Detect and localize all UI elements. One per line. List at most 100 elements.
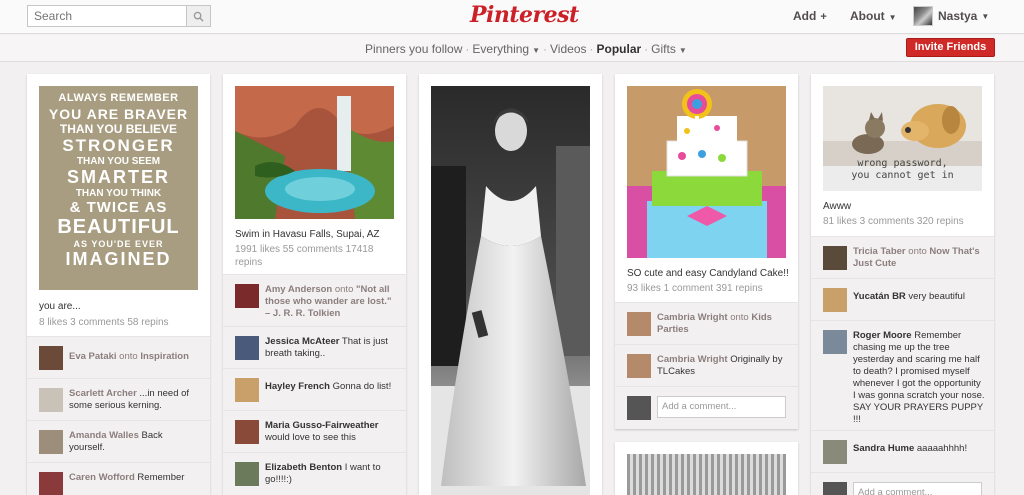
quote-line: THAN YOU THINK [75, 188, 162, 199]
pin-stats: 93 likes 1 comment 391 repins [627, 283, 763, 294]
pin-description: Awww [823, 201, 852, 212]
commenter-name[interactable]: Amanda Walles [69, 430, 139, 441]
quote-line: AS YOU'DE EVER [73, 239, 164, 249]
invite-friends-button[interactable]: Invite Friends [906, 38, 995, 57]
avatar[interactable] [235, 284, 259, 308]
pin-description: SO cute and easy Candyland Cake!! [627, 268, 789, 279]
user-name: Nastya [938, 9, 978, 23]
quote-line: & TWICE AS [69, 199, 168, 216]
image-caption-line: you cannot get in [851, 170, 954, 181]
comment-item: Yucatán BR very beautiful [811, 278, 994, 320]
avatar[interactable] [235, 378, 259, 402]
comment-item: Eva Pataki onto Inspiration [27, 336, 210, 378]
add-menu[interactable]: Add + [793, 9, 827, 23]
pinterest-logo[interactable]: Pinterest [470, 2, 579, 28]
nav-everything[interactable]: Everything [472, 42, 529, 56]
about-label: About [850, 9, 885, 23]
avatar[interactable] [823, 246, 847, 270]
top-header: Pinterest Add+ About▼ Nastya▼ [0, 0, 1024, 34]
commenter-name[interactable]: Jessica McAteer [265, 336, 339, 347]
commenter-name[interactable]: Caren Wofford [69, 472, 135, 483]
avatar[interactable] [627, 312, 651, 336]
pin-stats: 81 likes 3 comments 320 repins [823, 216, 964, 227]
pin-image-dress[interactable] [431, 86, 590, 495]
pin-image-waterfall[interactable] [235, 86, 394, 219]
commenter-name[interactable]: Cambria Wright [657, 312, 728, 323]
commenter-name[interactable]: Yucatán BR [853, 291, 906, 302]
search-box [27, 5, 211, 27]
avatar[interactable] [627, 354, 651, 378]
pin-image-cake[interactable] [627, 86, 786, 258]
avatar[interactable] [823, 330, 847, 354]
comment-box: Add a comment... [811, 472, 994, 495]
pin-card: Swim in Havasu Falls, Supai, AZ 1991 lik… [223, 74, 406, 495]
search-icon [193, 11, 204, 22]
avatar[interactable] [235, 462, 259, 486]
quote-line: STRONGER [62, 136, 175, 155]
comment-item: Cambria Wright onto Kids Parties [615, 302, 798, 344]
add-label: Add [793, 9, 817, 23]
avatar[interactable] [39, 388, 63, 412]
nav-popular[interactable]: Popular [597, 42, 642, 56]
commenter-name[interactable]: Eva Pataki [69, 351, 117, 362]
pin-image-quote[interactable]: ALWAYS REMEMBER YOU ARE BRAVER THAN YOU … [39, 86, 198, 290]
search-input[interactable] [28, 6, 188, 26]
pin-image-partial[interactable] [627, 454, 786, 495]
comment-text: Gonna do list! [329, 381, 392, 392]
commenter-name[interactable]: Maria Gusso-Fairweather [265, 420, 379, 431]
nav-pinners-you-follow[interactable]: Pinners you follow [365, 42, 462, 56]
user-menu[interactable]: Nastya ▼ [913, 6, 989, 26]
commenter-name[interactable]: Scarlett Archer [69, 388, 137, 399]
comment-item: Maria Gusso-Fairweather would love to se… [223, 410, 406, 452]
board-link[interactable]: Inspiration [140, 351, 189, 362]
comment-box: Add a comment... [615, 386, 798, 429]
pin-stats: 1991 likes 55 comments 17418 repins [235, 244, 374, 268]
chevron-down-icon: ▼ [532, 46, 541, 55]
avatar [913, 6, 933, 26]
quote-line: YOU ARE BRAVER [48, 106, 189, 122]
nav-videos[interactable]: Videos [550, 42, 586, 56]
avatar[interactable] [235, 336, 259, 360]
commenter-name[interactable]: Elizabeth Benton [265, 462, 342, 473]
quote-line: SMARTER [67, 167, 170, 187]
image-caption-line: wrong password, [857, 158, 948, 169]
pin-card: wrong password, you cannot get in Awww 8… [811, 74, 994, 495]
comment-item: Scarlett Archer ...in need of some serio… [27, 378, 210, 420]
commenter-name[interactable]: Sandra Hume [853, 443, 914, 454]
avatar[interactable] [823, 440, 847, 464]
chevron-down-icon: ▼ [888, 13, 897, 22]
avatar[interactable] [823, 288, 847, 312]
chevron-down-icon: ▼ [981, 11, 990, 21]
quote-line: THAN YOU BELIEVE [59, 122, 178, 136]
avatar[interactable] [39, 430, 63, 454]
nav-gifts[interactable]: Gifts [651, 42, 676, 56]
chevron-down-icon: ▼ [678, 46, 687, 55]
commenter-name[interactable]: Tricia Taber [853, 246, 906, 257]
add-comment-input[interactable]: Add a comment... [853, 482, 982, 495]
about-menu[interactable]: About ▼ [850, 9, 897, 23]
quote-line: ALWAYS REMEMBER [58, 92, 179, 104]
quote-line: THAN YOU SEEM [76, 156, 161, 167]
search-button[interactable] [186, 6, 210, 26]
pin-image-cat-dog[interactable]: wrong password, you cannot get in [823, 86, 982, 191]
commenter-name[interactable]: Roger Moore [853, 330, 912, 341]
comment-item: Jessica McAteer That is just breath taki… [223, 326, 406, 368]
avatar[interactable] [39, 472, 63, 495]
pin-card [419, 74, 602, 495]
avatar[interactable] [39, 346, 63, 370]
commenter-name[interactable]: Amy Anderson [265, 284, 332, 295]
comment-item: Hayley French Gonna do list! [223, 368, 406, 410]
avatar[interactable] [235, 420, 259, 444]
pin-card [615, 442, 798, 495]
onto-text: onto [905, 246, 930, 257]
onto-text: onto [116, 351, 141, 362]
add-comment-input[interactable]: Add a comment... [657, 396, 786, 418]
commenter-name[interactable]: Cambria Wright [657, 354, 728, 365]
pin-description: Swim in Havasu Falls, Supai, AZ [235, 229, 380, 240]
pin-stats: 8 likes 3 comments 58 repins [39, 317, 169, 328]
comment-text: very beautiful [905, 291, 965, 302]
commenter-name[interactable]: Hayley French [265, 381, 330, 392]
comment-item: Roger Moore Remember chasing me up the t… [811, 320, 994, 430]
quote-line: BEAUTIFUL [57, 216, 180, 238]
avatar [823, 482, 847, 495]
